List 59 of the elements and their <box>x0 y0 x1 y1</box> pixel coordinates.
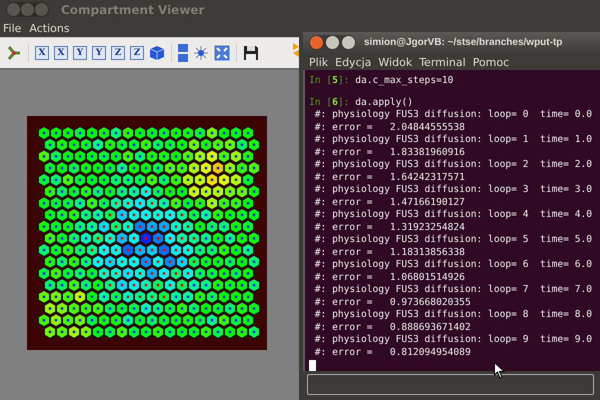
window-buttons <box>309 35 356 50</box>
menu-item[interactable]: Terminal <box>419 56 466 69</box>
output-line: #: error = 2.04844555538 <box>314 122 465 134</box>
axis-button[interactable]: X <box>54 46 68 60</box>
command-text: da.apply() <box>355 96 413 110</box>
cube-icon <box>149 45 165 61</box>
output-line: #: error = 1.18313856338 <box>314 246 465 260</box>
menu-item[interactable]: Pomoc <box>472 56 510 69</box>
output-line: #: physiology FUS3 diffusion: loop= 5 time= 5.0 <box>314 234 592 247</box>
output-line: #: error = 1.47166190127 <box>314 196 465 210</box>
output-line: #: physiology FUS3 diffusion: loop= 7 time= 7.0 <box>314 284 592 297</box>
fit-button[interactable] <box>214 45 230 61</box>
axis-button[interactable]: Z <box>111 46 125 60</box>
menu-item[interactable]: File <box>3 22 22 34</box>
axis-button[interactable]: Y <box>92 46 106 60</box>
output-line: #: error = 1.64242317571 <box>314 172 465 184</box>
output-line: #: physiology FUS3 diffusion: loop= 6 time= 6.0 <box>314 259 592 272</box>
bar-icon <box>178 44 188 62</box>
command-text: da.c_max_steps=10 <box>355 75 454 88</box>
window-buttons <box>6 2 49 17</box>
star-icon <box>193 45 209 61</box>
output-line: #: error = 1.83381960916 <box>314 146 465 160</box>
menu-item[interactable]: Plik <box>309 56 328 69</box>
center-button[interactable] <box>193 45 209 61</box>
menu-item[interactable]: Widok <box>378 56 412 69</box>
panel-button[interactable] <box>178 44 188 62</box>
output-line: #: physiology FUS3 diffusion: loop= 1 time= 1.0 <box>314 134 592 147</box>
output-line: #: physiology FUS3 diffusion: loop= 3 time= 3.0 <box>314 184 592 197</box>
prompt-text: ]: <box>338 75 350 88</box>
prompt-number: 6 <box>332 96 338 110</box>
prompt-text: In [ <box>309 75 332 88</box>
window-title: Compartment Viewer <box>61 2 204 16</box>
output-line: #: error = 0.888693671402 <box>314 322 471 334</box>
rotate-tool-button[interactable] <box>6 45 22 61</box>
save-button[interactable] <box>243 45 259 61</box>
mouse-pointer-icon <box>494 362 505 379</box>
output-line: #: physiology FUS3 diffusion: loop= 2 time= 2.0 <box>314 159 592 172</box>
prompt-text: ]: <box>338 96 350 110</box>
menu-item[interactable]: Actions <box>29 22 70 34</box>
prompt-text: In [ <box>309 96 332 110</box>
output-line: #: error = 1.31923254824 <box>314 222 465 234</box>
output-line: #: error = 1.06801514926 <box>314 272 465 284</box>
prompt-number: 5 <box>332 75 338 88</box>
fit-icon <box>214 45 230 61</box>
cube-view-button[interactable] <box>149 45 165 61</box>
window-title: simion@JgorVB: ~/stse/branches/wput-tp <box>364 37 562 48</box>
output-line: #: error = 0.812094954089 <box>314 346 471 360</box>
output-line: #: physiology FUS3 diffusion: loop= 0 time= 0.0 <box>314 109 592 122</box>
tripod-icon <box>6 45 22 61</box>
output-line: #: physiology FUS3 diffusion: loop= 4 time= 4.0 <box>314 209 592 222</box>
axis-button[interactable]: Z <box>130 46 144 60</box>
output-line: #: error = 0.973668020355 <box>314 296 471 310</box>
axis-button[interactable]: Y <box>73 46 87 60</box>
output-line: #: physiology FUS3 diffusion: loop= 9 time= 9.0 <box>314 334 592 347</box>
floppy-icon <box>243 45 259 61</box>
menu-item[interactable]: Edycja <box>335 56 372 69</box>
axis-button[interactable]: X <box>35 46 49 60</box>
overflow-arrows-icon <box>293 43 299 57</box>
output-line: #: physiology FUS3 diffusion: loop= 8 time= 8.0 <box>314 309 592 322</box>
